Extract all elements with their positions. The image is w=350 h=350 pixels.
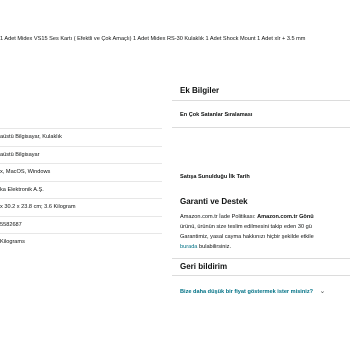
- here-link[interactable]: burada: [180, 244, 197, 250]
- details-row: aüstü Bilgisayar, Kulaklık: [0, 128, 162, 147]
- warranty-text: Amazon.com.tr İade Politikası: Amazon.co…: [180, 214, 314, 250]
- divider: [172, 100, 350, 101]
- warranty-title: Garanti ve Destek: [180, 197, 248, 206]
- date-first-available-label: Satışa Sunulduğu İlk Tarih: [180, 174, 250, 180]
- details-row: ka Elektronik A.Ş.: [0, 182, 162, 199]
- bestseller-rank-label: En Çok Satanlar Sıralaması: [180, 112, 253, 118]
- divider: [172, 275, 350, 276]
- details-row: 5582687: [0, 217, 162, 234]
- feedback-title: Geri bildirim: [180, 262, 228, 271]
- technical-details-table: aüstü Bilgisayar, Kulaklık aüstü Bilgisa…: [0, 128, 162, 251]
- chevron-down-icon[interactable]: ⌄: [320, 288, 326, 295]
- details-row: Kilograms: [0, 239, 25, 245]
- return-policy-link[interactable]: Amazon.com.tr Gönü: [257, 214, 314, 220]
- divider: [172, 258, 350, 259]
- details-row: aüstü Bilgisayar: [0, 147, 162, 164]
- details-row: x, MacOS, Windows: [0, 164, 162, 182]
- additional-info-title: Ek Bilgiler: [180, 86, 220, 95]
- lower-price-feedback[interactable]: Bize daha düşük bir fiyat göstermek iste…: [180, 280, 350, 298]
- details-row: x 30.2 x 23.8 cm; 3.6 Kilogram: [0, 199, 162, 217]
- right-column: Ek Bilgiler En Çok Satanlar Sıralaması S…: [172, 86, 350, 298]
- divider: [172, 127, 350, 128]
- lower-price-link[interactable]: Bize daha düşük bir fiyat göstermek iste…: [180, 289, 313, 295]
- product-includes-text: 1 Adet Midex VS15 Ses Kartı ( Efektli ve…: [0, 36, 306, 42]
